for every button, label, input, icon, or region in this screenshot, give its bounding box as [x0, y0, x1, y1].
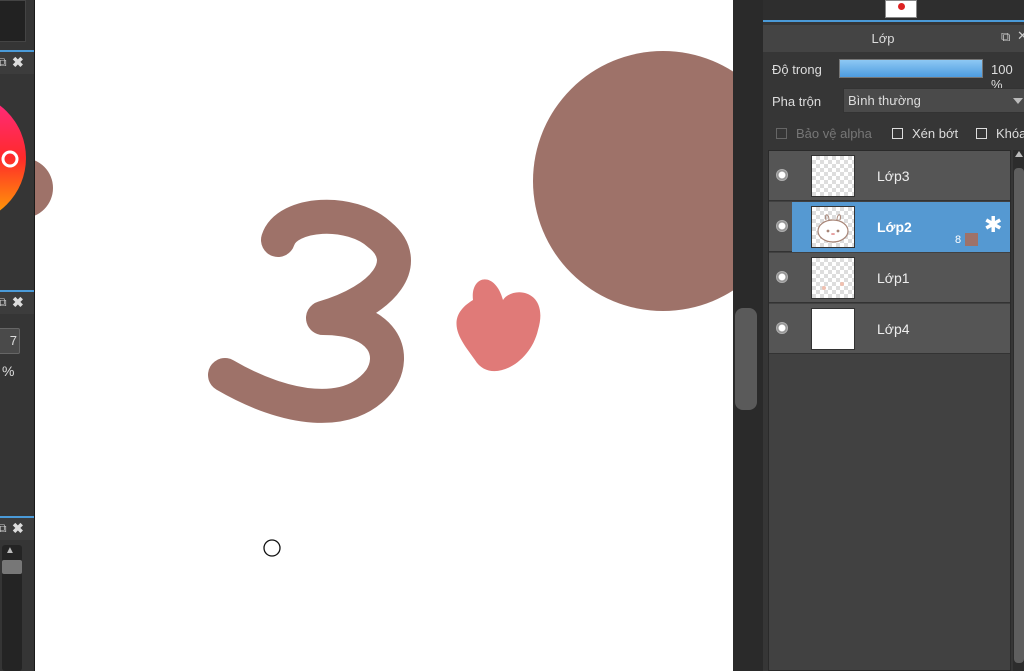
material-panel-header: ⧉ ✖ — [0, 516, 34, 540]
clipping-label: Xén bớt — [912, 126, 959, 141]
layers-scrollbar-thumb[interactable] — [1014, 168, 1024, 663]
color-panel-header: ⧉ ✖ — [0, 50, 34, 74]
scroll-up-arrow-icon[interactable] — [1015, 151, 1023, 157]
blend-label: Pha trộn — [772, 94, 822, 109]
protect-alpha-label: Bảo vệ alpha — [796, 126, 872, 141]
opacity-label: Độ trong — [772, 62, 822, 77]
layer-name: Lớp2 — [877, 219, 912, 235]
clipping-checkbox[interactable] — [892, 128, 903, 139]
layer-thumbnail — [811, 155, 855, 197]
heart-shape — [456, 279, 541, 372]
blend-mode-select[interactable]: Bình thường — [843, 88, 1024, 113]
layer-thumbnail — [811, 308, 855, 350]
layers-dock: Lớp ⧉ ✕ Độ trong 100 % Pha trộn Bình thư… — [763, 0, 1024, 671]
panel-title: Lớp — [871, 31, 895, 46]
brush-cursor-icon — [263, 539, 281, 557]
eye-icon[interactable] — [776, 322, 788, 334]
layer-name: Lớp3 — [877, 168, 910, 184]
drawing-canvas[interactable] — [35, 0, 733, 671]
close-icon[interactable]: ✕ — [1017, 28, 1024, 44]
eye-icon[interactable] — [776, 220, 788, 232]
layer-color-swatch — [965, 233, 978, 246]
lock-label: Khóa — [996, 126, 1024, 141]
eye-icon[interactable] — [776, 169, 788, 181]
layer1-preview — [822, 282, 844, 290]
percent-label: % — [2, 363, 15, 379]
layer-thumbnail — [811, 206, 855, 248]
layer-name: Lớp1 — [877, 270, 910, 286]
navigator-thumbnail[interactable] — [885, 0, 917, 18]
left-scrollbar-thumb[interactable] — [2, 560, 22, 574]
layer-row-lop3[interactable]: Lớp3 — [769, 151, 1010, 201]
protect-alpha-checkbox[interactable] — [776, 128, 787, 139]
pin-icon[interactable]: ⧉ — [0, 55, 7, 70]
brush-panel-header: ⧉ ✖ — [0, 290, 34, 314]
number-three-stroke — [208, 199, 411, 423]
layer-row-lop2[interactable]: Lớp2 8 ✱ — [769, 202, 1010, 252]
scroll-up-arrow-icon[interactable]: ▲ — [5, 545, 15, 556]
pin-icon[interactable]: ⧉ — [0, 295, 7, 310]
opacity-slider[interactable] — [839, 59, 983, 78]
partial-circle-left — [35, 160, 53, 216]
pin-icon[interactable]: ⧉ — [0, 521, 7, 536]
canvas-artwork — [35, 51, 733, 557]
thumbnail-red-dot — [898, 3, 905, 10]
layer-thumbnail — [811, 257, 855, 299]
lock-checkbox[interactable] — [976, 128, 987, 139]
close-icon[interactable]: ✖ — [12, 520, 24, 537]
canvas-scrollbar-thumb[interactable] — [735, 308, 757, 410]
close-icon[interactable]: ✖ — [12, 294, 24, 311]
color-wheel[interactable] — [0, 88, 34, 228]
left-dock: ⧉ ✖ ⧉ ✖ 7 % ⧉ ✖ ▲ — [0, 0, 35, 671]
layer-row-lop1[interactable]: Lớp1 — [769, 253, 1010, 303]
left-tool-box[interactable] — [0, 0, 26, 42]
layer-name: Lớp4 — [877, 321, 910, 337]
layer-list: Lớp3 Lớp2 8 ✱ Lớp1 Lớp4 — [768, 150, 1011, 671]
bunny-drawing-icon — [817, 214, 849, 243]
large-brown-circle — [533, 51, 733, 311]
chevron-down-icon[interactable] — [1013, 98, 1023, 104]
layer-badge-number: 8 — [955, 234, 962, 246]
close-icon[interactable]: ✖ — [12, 54, 24, 71]
gear-icon[interactable]: ✱ — [984, 214, 1002, 236]
navigator-strip — [763, 0, 1024, 22]
brush-size-field[interactable]: 7 — [0, 328, 20, 354]
eye-icon[interactable] — [776, 271, 788, 283]
pin-icon[interactable]: ⧉ — [1001, 29, 1010, 45]
layer-row-lop4[interactable]: Lớp4 — [769, 304, 1010, 354]
layers-panel-header: Lớp ⧉ ✕ — [763, 25, 1024, 52]
